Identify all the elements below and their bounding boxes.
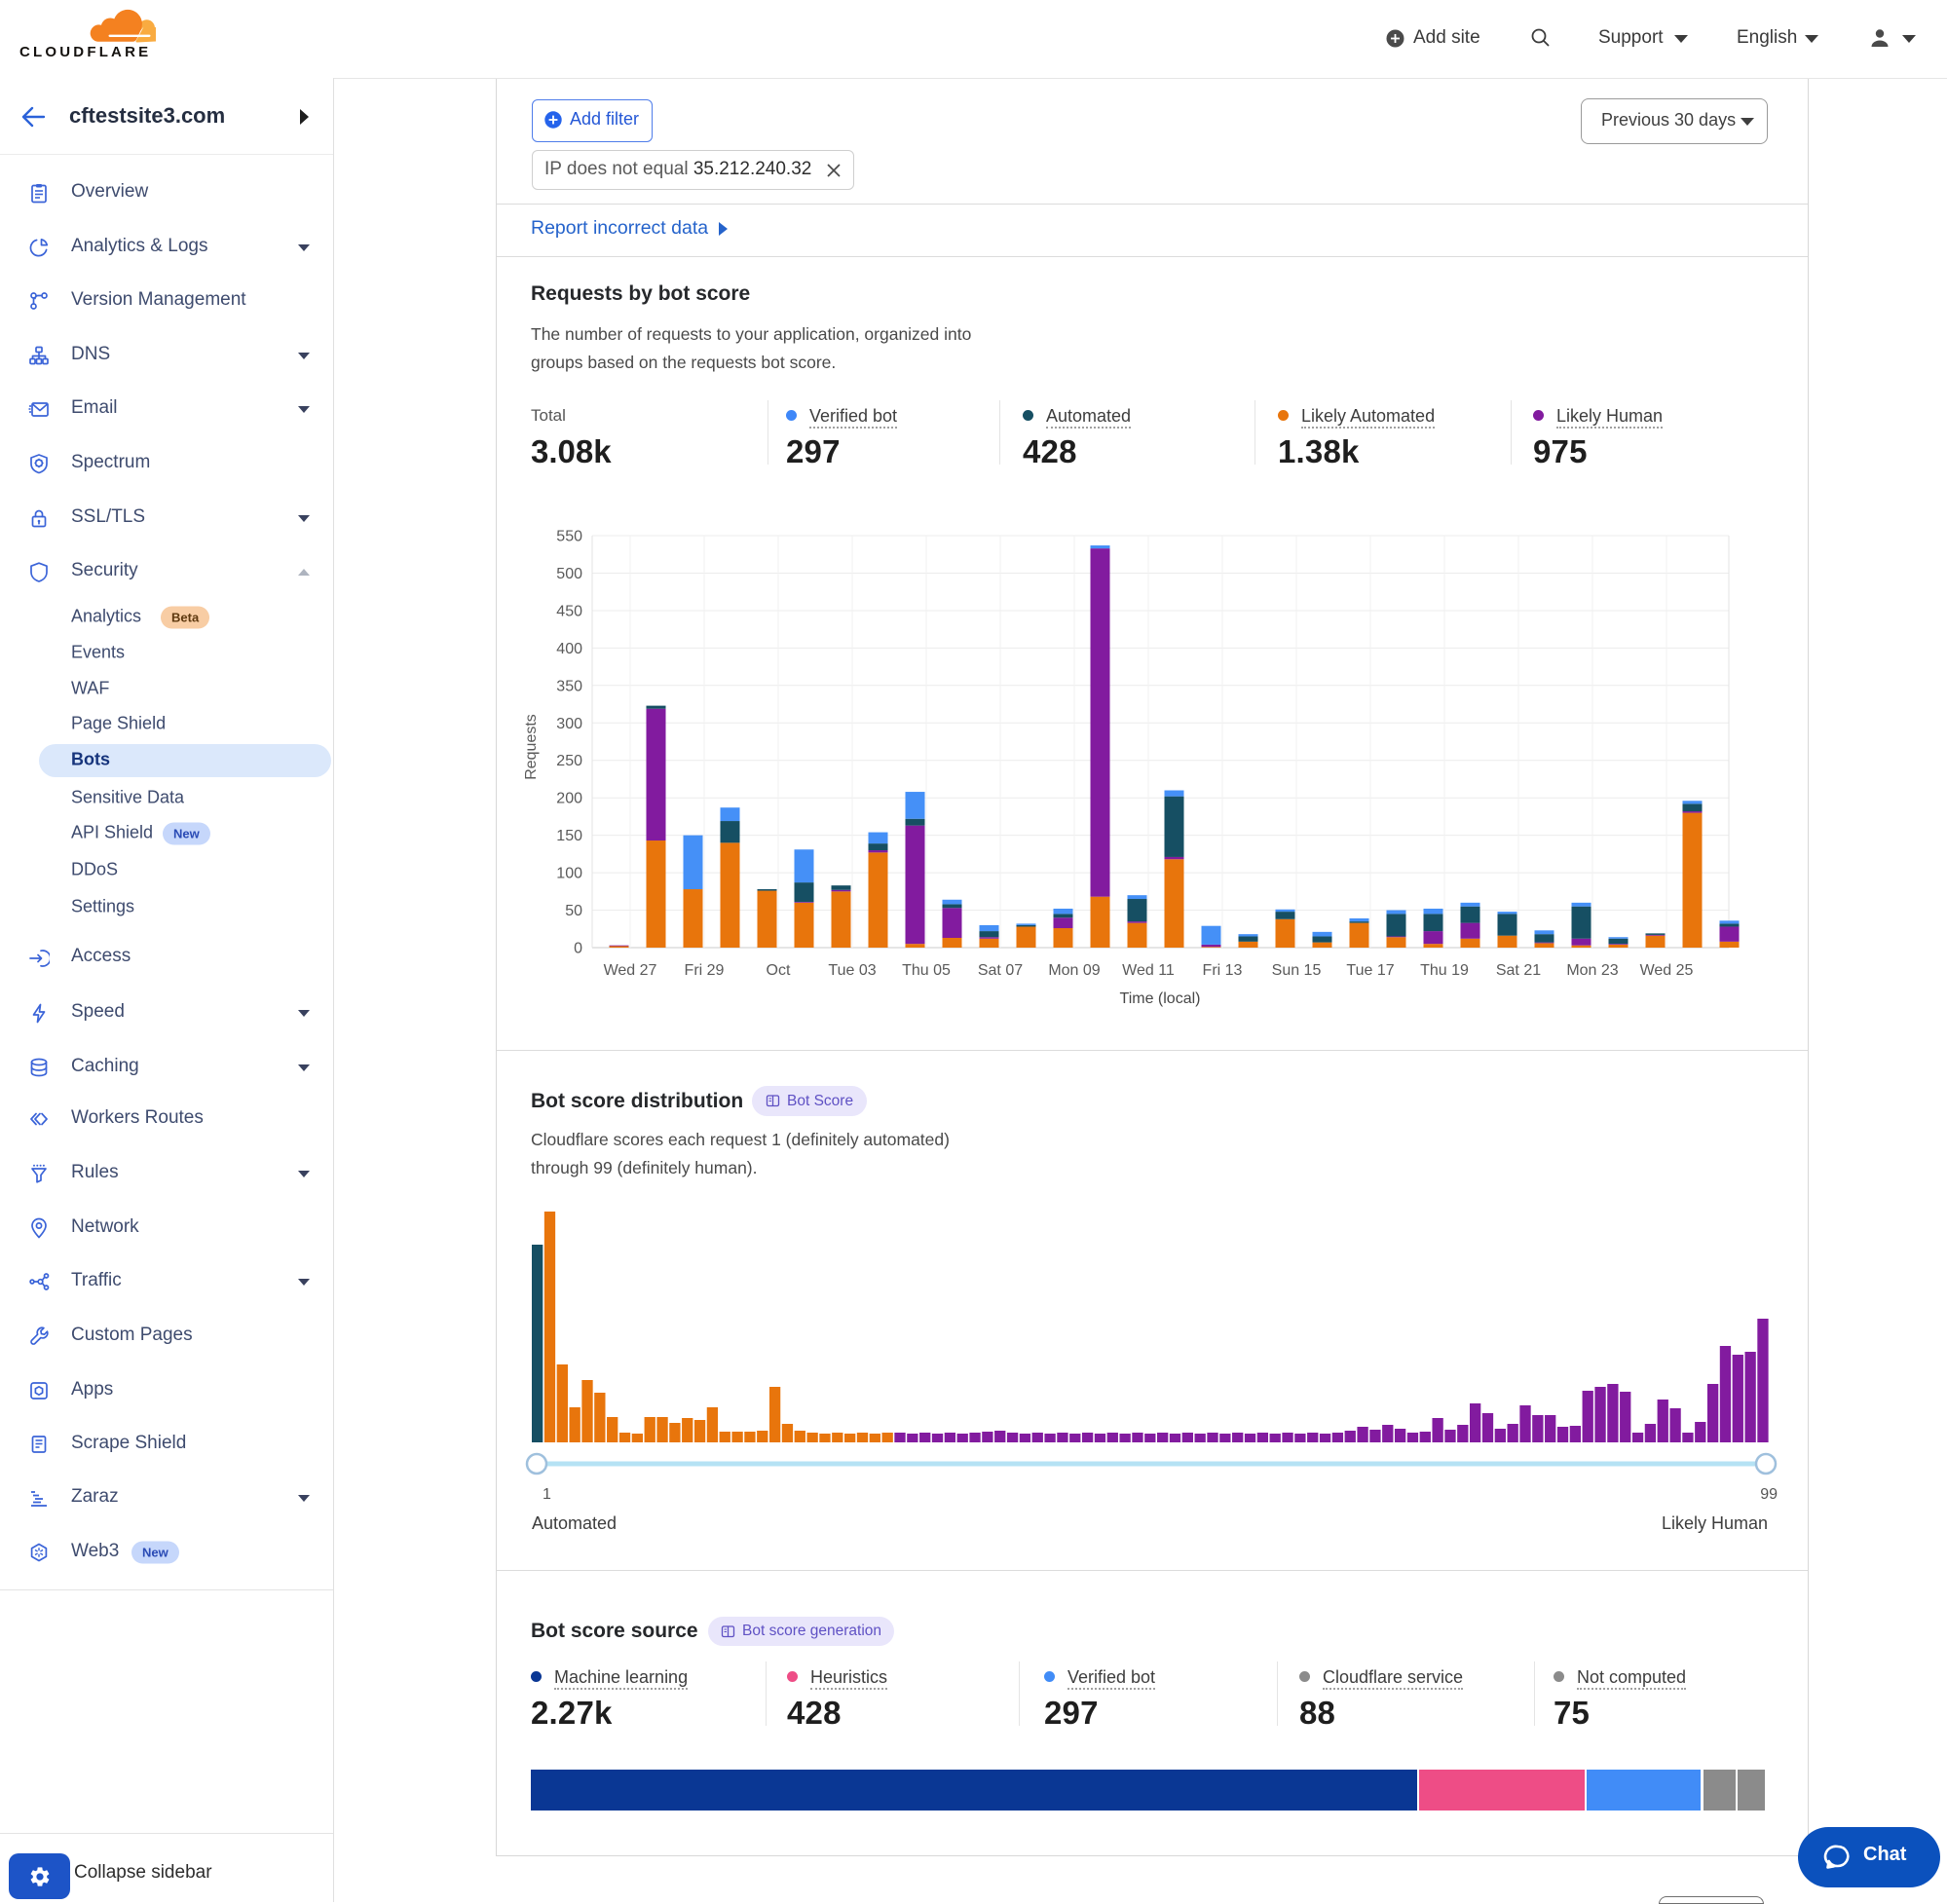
svg-text:Tue 17: Tue 17 <box>1346 962 1394 979</box>
svg-text:350: 350 <box>556 678 582 694</box>
svg-text:150: 150 <box>556 828 582 844</box>
svg-text:Sun 15: Sun 15 <box>1272 962 1322 979</box>
svg-text:Fri 13: Fri 13 <box>1203 962 1243 979</box>
svg-text:99: 99 <box>1760 1486 1778 1503</box>
svg-text:50: 50 <box>565 903 582 919</box>
svg-text:Time (local): Time (local) <box>1120 990 1201 1007</box>
svg-text:Fri 29: Fri 29 <box>685 962 725 979</box>
svg-text:Tue 03: Tue 03 <box>828 962 876 979</box>
svg-text:250: 250 <box>556 753 582 769</box>
svg-text:0: 0 <box>574 941 582 957</box>
svg-text:450: 450 <box>556 604 582 620</box>
svg-text:500: 500 <box>556 566 582 582</box>
svg-text:Requests: Requests <box>523 714 540 780</box>
svg-text:Wed 25: Wed 25 <box>1640 962 1694 979</box>
svg-text:400: 400 <box>556 641 582 657</box>
svg-text:Mon 23: Mon 23 <box>1566 962 1618 979</box>
svg-text:Automated: Automated <box>532 1513 617 1533</box>
svg-text:200: 200 <box>556 791 582 807</box>
svg-text:1: 1 <box>543 1486 551 1503</box>
svg-text:300: 300 <box>556 716 582 732</box>
svg-text:100: 100 <box>556 866 582 882</box>
svg-text:Thu 19: Thu 19 <box>1420 962 1469 979</box>
svg-text:Wed 11: Wed 11 <box>1122 962 1175 979</box>
svg-text:Likely Human: Likely Human <box>1662 1513 1768 1533</box>
svg-text:Wed 27: Wed 27 <box>604 962 657 979</box>
svg-text:Sat 07: Sat 07 <box>978 962 1023 979</box>
svg-text:Thu 05: Thu 05 <box>902 962 951 979</box>
svg-text:Oct: Oct <box>767 962 791 979</box>
svg-text:550: 550 <box>556 529 582 545</box>
svg-text:Mon 09: Mon 09 <box>1048 962 1100 979</box>
svg-text:Sat 21: Sat 21 <box>1496 962 1541 979</box>
